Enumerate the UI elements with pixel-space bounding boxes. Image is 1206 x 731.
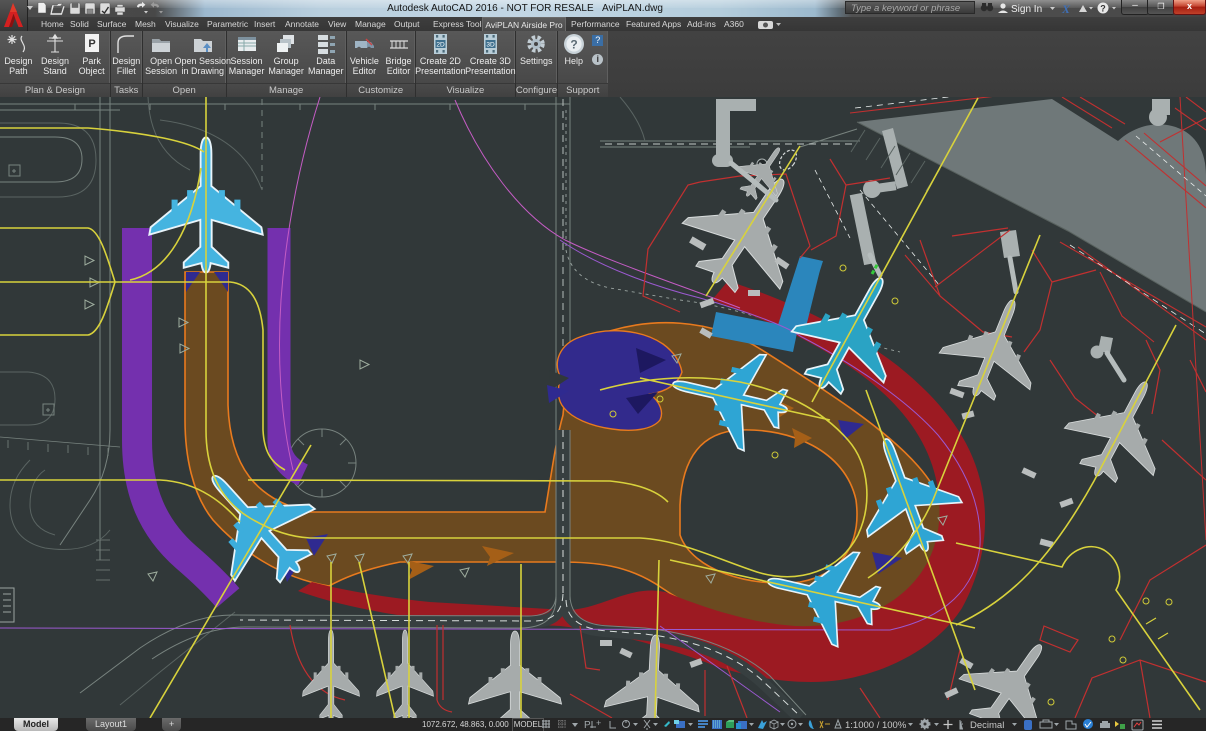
- svg-text:3D: 3D: [487, 42, 496, 49]
- svg-text:1:1000 / 100%: 1:1000 / 100%: [845, 720, 907, 731]
- svg-text:?: ?: [1100, 4, 1106, 14]
- svg-text:P: P: [584, 720, 591, 731]
- svg-text:Decimal: Decimal: [970, 720, 1004, 731]
- svg-text:?: ?: [570, 38, 577, 52]
- svg-text:2D: 2D: [437, 42, 446, 49]
- svg-text:Sign In: Sign In: [1011, 4, 1042, 15]
- svg-text:X: X: [1061, 2, 1071, 16]
- svg-text:+: +: [596, 718, 601, 728]
- svg-text:P: P: [88, 38, 95, 50]
